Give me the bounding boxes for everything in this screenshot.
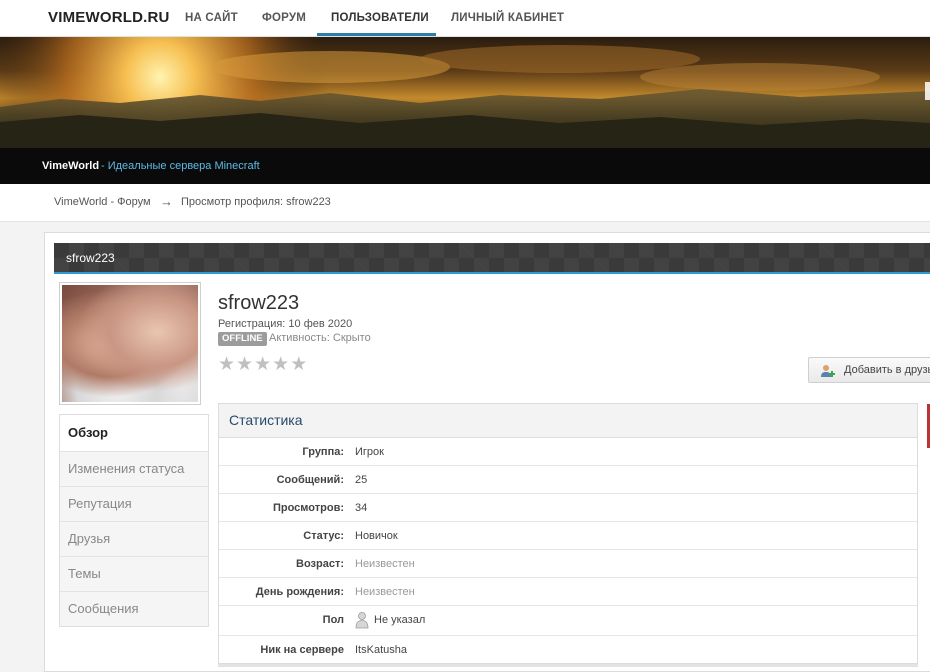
stat-label: Сообщений: <box>276 474 344 486</box>
star-icon[interactable]: ★ <box>272 355 289 375</box>
statistics-panel: Статистика Группа: Игрок Сообщений: 25 П… <box>218 403 918 664</box>
stat-row-gender: Пол Не указал <box>219 606 917 636</box>
tagline-slogan: - Идеальные сервера Minecraft <box>101 160 260 172</box>
nav-active-indicator <box>317 33 436 36</box>
breadcrumb-current: Просмотр профиля: sfrow223 <box>181 196 331 208</box>
stat-value: Неизвестен <box>355 586 415 598</box>
breadcrumb-forum-link[interactable]: VimeWorld - Форум <box>54 196 151 208</box>
rating-stars[interactable]: ★ ★ ★ ★ ★ <box>218 355 308 375</box>
star-icon[interactable]: ★ <box>254 355 271 375</box>
stat-label: День рождения: <box>255 586 344 598</box>
statistics-title: Статистика <box>219 404 917 438</box>
nav-item-site[interactable]: НА САЙТ <box>185 12 238 24</box>
profile-header-bar: sfrow223 <box>54 243 930 274</box>
nav-item-forum[interactable]: ФОРУМ <box>262 12 306 24</box>
stat-label: Ник на сервере <box>260 644 344 656</box>
side-menu-status-changes[interactable]: Изменения статуса <box>60 452 208 487</box>
stat-row-posts: Сообщений: 25 <box>219 466 917 494</box>
registration-date: Регистрация: 10 фев 2020 <box>218 318 353 330</box>
stat-value: 34 <box>355 502 368 514</box>
stat-value: 25 <box>355 474 368 486</box>
header-banner <box>0 37 930 148</box>
stat-row-views: Просмотров: 34 <box>219 494 917 522</box>
status-badge: OFFLINE <box>218 332 267 346</box>
side-menu-reputation[interactable]: Репутация <box>60 487 208 522</box>
nav-item-cabinet[interactable]: ЛИЧНЫЙ КАБИНЕТ <box>451 12 564 24</box>
arrow-right-icon: → <box>160 194 173 209</box>
star-icon[interactable]: ★ <box>290 355 307 375</box>
profile-side-menu: Обзор Изменения статуса Репутация Друзья… <box>59 414 209 627</box>
profile-username: sfrow223 <box>218 292 300 314</box>
stat-value: Не указал <box>374 614 426 626</box>
nav-item-users[interactable]: ПОЛЬЗОВАТЕЛИ <box>331 12 429 24</box>
stat-value: Неизвестен <box>355 558 415 570</box>
stat-label: Просмотров: <box>272 502 344 514</box>
side-menu-overview[interactable]: Обзор <box>60 415 208 452</box>
site-logo[interactable]: VIMEWORLD.RU <box>48 9 170 26</box>
star-icon[interactable]: ★ <box>218 355 235 375</box>
stat-row-status: Статус: Новичок <box>219 522 917 550</box>
stat-label: Группа: <box>302 446 344 458</box>
stat-row-birthday: День рождения: Неизвестен <box>219 578 917 606</box>
side-menu-friends[interactable]: Друзья <box>60 522 208 557</box>
avatar[interactable] <box>62 285 198 402</box>
user-add-icon <box>821 365 835 377</box>
person-icon <box>355 612 369 629</box>
banner-landscape <box>0 37 930 148</box>
breadcrumb: VimeWorld - Форум → Просмотр профиля: sf… <box>0 184 930 222</box>
stat-row-age: Возраст: Неизвестен <box>219 550 917 578</box>
profile-header-title: sfrow223 <box>66 251 115 265</box>
avatar-frame <box>59 282 201 405</box>
stat-value: Новичок <box>355 530 398 542</box>
stat-label: Статус: <box>303 530 344 542</box>
activity-status: Активность: Скрыто <box>269 332 371 344</box>
tagline-site-name[interactable]: VimeWorld <box>42 160 99 172</box>
side-menu-posts[interactable]: Сообщения <box>60 592 208 626</box>
stat-value: ItsKatusha <box>355 644 407 656</box>
tagline-bar: VimeWorld - Идеальные сервера Minecraft <box>0 148 930 184</box>
top-navigation: VIMEWORLD.RU НА САЙТ ФОРУМ ПОЛЬЗОВАТЕЛИ … <box>0 0 930 37</box>
add-friend-label: Добавить в друзья <box>844 364 930 376</box>
stat-label: Пол <box>322 614 344 626</box>
stat-row-group: Группа: Игрок <box>219 438 917 466</box>
star-icon[interactable]: ★ <box>236 355 253 375</box>
side-menu-topics[interactable]: Темы <box>60 557 208 592</box>
stat-row-server-nick: Ник на сервере ItsKatusha <box>219 636 917 663</box>
stat-label: Возраст: <box>296 558 344 570</box>
stat-value: Игрок <box>355 446 384 458</box>
add-friend-button[interactable]: Добавить в друзья <box>808 357 930 383</box>
